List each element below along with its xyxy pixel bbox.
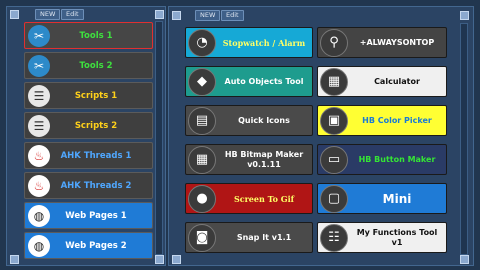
category-item-label: Web Pages 1	[65, 210, 127, 221]
category-item[interactable]: ☰ Scripts 2	[24, 112, 153, 139]
tools-panel: NEW Edit ◔ Stopwatch / Alarm ⚲ +ALWAYSONTOP…	[168, 6, 474, 266]
tool-tile[interactable]: ▦ HB Bitmap Maker v0.1.11	[185, 144, 313, 175]
tools-icon: ✂	[28, 54, 50, 77]
category-item[interactable]: ♨ AHK Threads 2	[24, 172, 153, 199]
tool-tile[interactable]: ▦ Calculator	[317, 66, 447, 97]
tool-tile-label: Stopwatch / Alarm	[222, 37, 306, 48]
edit-tool-button[interactable]: Edit	[221, 10, 244, 21]
script-icon: ☰	[28, 84, 50, 107]
tool-tile-label: Snap It v1.1	[236, 232, 292, 242]
stopwatch-icon: ◔	[188, 28, 216, 57]
tool-tile-label: My Functions Tool v1	[356, 227, 438, 247]
fire-icon: ♨	[28, 174, 50, 197]
category-item-label: Scripts 1	[74, 90, 118, 101]
list-scroll-up[interactable]	[155, 10, 164, 19]
category-panel: NEW Edit ✂ Tools 1 ✂ Tools 2 ☰ Scripts 1 ☰ Scri…	[6, 6, 166, 266]
category-item-label: Web Pages 2	[65, 240, 127, 251]
tool-tile-label: Auto Objects Tool	[224, 76, 304, 86]
color-picker-icon: ▣	[320, 106, 348, 135]
tool-tile[interactable]: ◔ Stopwatch / Alarm	[185, 27, 313, 58]
tool-tile[interactable]: ⚲ +ALWAYSONTOP	[317, 27, 447, 58]
tools-scroll-down-left[interactable]	[172, 255, 181, 264]
tools-scroll-down[interactable]	[460, 255, 469, 264]
new-category-button[interactable]: NEW	[35, 9, 61, 20]
category-item-label: AHK Threads 2	[60, 180, 132, 191]
list-scrollbar[interactable]	[155, 21, 163, 255]
category-item-label: AHK Threads 1	[60, 150, 132, 161]
category-item[interactable]: ◍ Web Pages 1	[24, 202, 153, 229]
tool-tile[interactable]: ▣ HB Color Picker	[317, 105, 447, 136]
tool-tile[interactable]: ◙ Snap It v1.1	[185, 222, 313, 253]
globe-icon: ◍	[28, 234, 50, 257]
tool-tile[interactable]: ● Screen To Gif	[185, 183, 313, 214]
category-item-label: Tools 1	[79, 30, 113, 41]
tools-icon: ✂	[28, 24, 50, 47]
new-tool-button[interactable]: NEW	[195, 10, 221, 21]
tools-scroll-up[interactable]	[460, 11, 469, 20]
camera-icon: ◙	[188, 223, 216, 252]
tool-tile-label: HB Button Maker	[358, 154, 436, 164]
panel-scroll-up[interactable]	[10, 10, 19, 19]
category-item[interactable]: ☰ Scripts 1	[24, 82, 153, 109]
tools-scroll-up-left[interactable]	[172, 11, 181, 20]
category-item[interactable]: ✂ Tools 2	[24, 52, 153, 79]
grid-icon: ▤	[188, 106, 216, 135]
tool-tile[interactable]: ▢ Mini	[317, 183, 447, 214]
tool-tile-label: Quick Icons	[238, 115, 290, 125]
tool-tile-label: Mini	[382, 191, 412, 206]
category-item[interactable]: ✂ Tools 1	[24, 22, 153, 49]
tool-tile-label: HB Color Picker	[362, 115, 432, 125]
edit-category-button[interactable]: Edit	[61, 9, 84, 20]
tool-tile[interactable]: ▭ HB Button Maker	[317, 144, 447, 175]
pin-icon: ⚲	[320, 28, 348, 57]
category-item-label: Scripts 2	[74, 120, 118, 131]
category-item-label: Tools 2	[79, 60, 113, 71]
tool-tile[interactable]: ☷ My Functions Tool v1	[317, 222, 447, 253]
mini-icon: ▢	[320, 184, 348, 213]
tool-tile-label: HB Bitmap Maker v0.1.11	[224, 149, 304, 169]
category-item[interactable]: ◍ Web Pages 2	[24, 232, 153, 259]
script-icon: ☰	[28, 114, 50, 137]
list-scroll-down[interactable]	[155, 255, 164, 264]
globe-icon: ◍	[28, 204, 50, 227]
panel-scroll-down[interactable]	[10, 255, 19, 264]
tool-tile-label: Calculator	[374, 76, 420, 86]
tool-tile-label: +ALWAYSONTOP	[359, 37, 435, 47]
fire-icon: ♨	[28, 144, 50, 167]
record-icon: ●	[188, 184, 216, 213]
tools-scrollbar[interactable]	[460, 23, 468, 255]
cube-icon: ◆	[188, 67, 216, 96]
tool-tile-label: Screen To Gif	[233, 193, 295, 204]
button-maker-icon: ▭	[320, 145, 348, 174]
calculator-icon: ▦	[320, 67, 348, 96]
document-icon: ☷	[320, 223, 348, 252]
tool-tile[interactable]: ▤ Quick Icons	[185, 105, 313, 136]
bitmap-icon: ▦	[188, 145, 216, 174]
category-item[interactable]: ♨ AHK Threads 1	[24, 142, 153, 169]
tool-tile[interactable]: ◆ Auto Objects Tool	[185, 66, 313, 97]
